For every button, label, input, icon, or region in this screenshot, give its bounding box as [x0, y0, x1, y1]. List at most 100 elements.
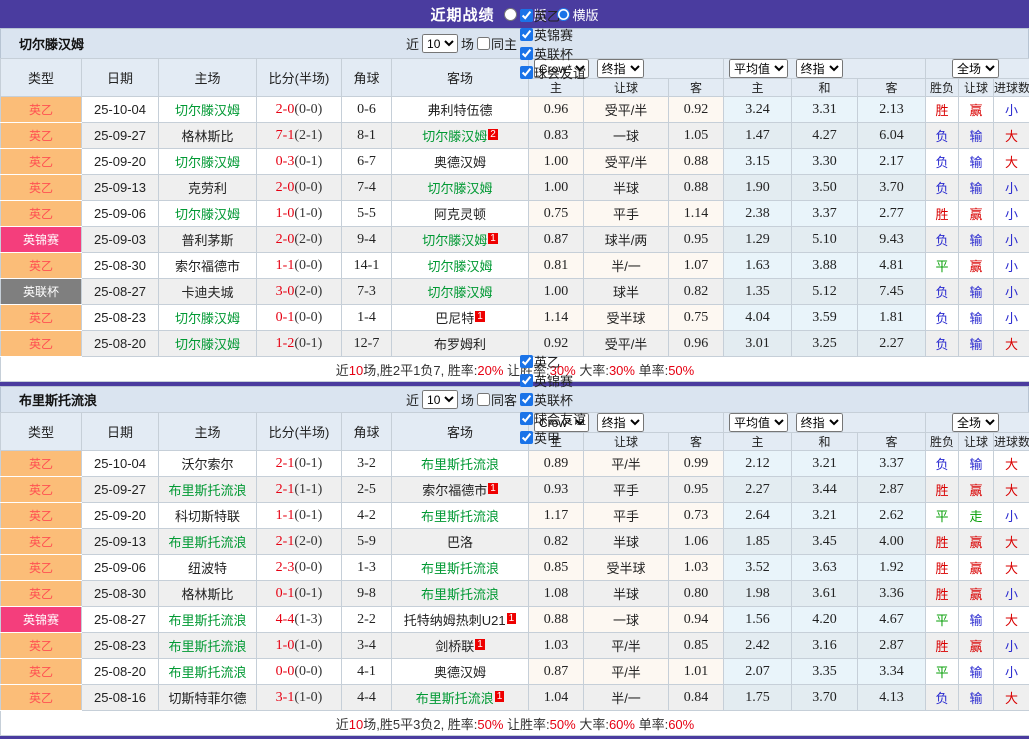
team-name[interactable]: 布里斯托流浪 — [168, 639, 246, 654]
team-name[interactable]: 切尔滕汉姆 — [427, 181, 492, 196]
team-name[interactable]: 阿克灵顿 — [434, 207, 486, 222]
league-filter-英锦赛[interactable]: 英锦赛 — [520, 371, 586, 390]
avg-time-select[interactable]: 终指 — [796, 59, 843, 78]
league-filter-球会友谊[interactable]: 球会友谊 — [520, 63, 586, 82]
league-filter-英乙[interactable]: 英乙 — [520, 6, 586, 25]
team-name[interactable]: 切尔滕汉姆 — [175, 103, 240, 118]
team-name[interactable]: 切尔滕汉姆 — [175, 207, 240, 222]
team-name[interactable]: 切尔滕汉姆 — [422, 233, 487, 248]
odds-time-select[interactable]: 终指 — [597, 413, 644, 432]
team-name[interactable]: 布里斯托流浪 — [168, 535, 246, 550]
team-name[interactable]: 卡迪夫城 — [181, 285, 233, 300]
league-checkbox-input[interactable] — [520, 431, 533, 444]
league-filter-英联杯[interactable]: 英联杯 — [520, 44, 586, 63]
team-name[interactable]: 布里斯托流浪 — [168, 613, 246, 628]
match-date: 25-09-13 — [82, 529, 159, 555]
same-venue-checkbox-input[interactable] — [477, 37, 490, 50]
team-name[interactable]: 布里斯托流浪 — [421, 509, 499, 524]
team-name[interactable]: 格林斯比 — [181, 587, 233, 602]
subcol-avg-home: 主 — [724, 79, 792, 97]
team-name[interactable]: 克劳利 — [188, 181, 227, 196]
league-filter-英联杯[interactable]: 英联杯 — [520, 390, 586, 409]
league-filter-英乙[interactable]: 英乙 — [520, 352, 586, 371]
score-cell: 1-0(1-0) — [257, 201, 342, 227]
league-filter-球会友谊[interactable]: 球会友谊 — [520, 409, 586, 428]
card-badge: 1 — [488, 233, 498, 244]
team-name[interactable]: 纽波特 — [188, 561, 227, 576]
same-venue-checkbox[interactable]: 同主 — [477, 34, 517, 53]
team-name[interactable]: 索尔福德市 — [175, 259, 240, 274]
match-row: 英乙25-09-06切尔滕汉姆1-0(1-0)5-5阿克灵顿0.75平手1.14… — [1, 201, 1029, 227]
league-checkbox-input[interactable] — [520, 9, 533, 22]
team-name[interactable]: 弗利特伍德 — [427, 103, 492, 118]
team-name[interactable]: 格林斯比 — [181, 129, 233, 144]
avg-source-select[interactable]: 平均值 — [729, 413, 788, 432]
summary-part: 50% — [550, 717, 576, 732]
avg-time-select[interactable]: 终指 — [796, 413, 843, 432]
corner-cell: 4-2 — [342, 503, 392, 529]
avg-draw-odds: 3.70 — [792, 685, 858, 711]
league-checkbox-input[interactable] — [520, 393, 533, 406]
team-name[interactable]: 托特纳姆热刺U21 — [404, 613, 506, 628]
team-name[interactable]: 奥德汉姆 — [434, 665, 486, 680]
team-name[interactable]: 布罗姆利 — [434, 337, 486, 352]
league-filter-英锦赛[interactable]: 英锦赛 — [520, 25, 586, 44]
near-count-select[interactable]: 10 — [422, 34, 458, 53]
match-row: 英锦赛25-08-27布里斯托流浪4-4(1-3)2-2托特纳姆热刺U2110.… — [1, 607, 1029, 633]
league-checkbox-input[interactable] — [520, 66, 533, 79]
league-checkbox-input[interactable] — [520, 374, 533, 387]
match-row: 英锦赛25-09-03普利茅斯2-0(2-0)9-4切尔滕汉姆10.87球半/两… — [1, 227, 1029, 253]
team-name[interactable]: 科切斯特联 — [175, 509, 240, 524]
team-name[interactable]: 切尔滕汉姆 — [422, 129, 487, 144]
same-venue-checkbox-input[interactable] — [477, 393, 490, 406]
team-name[interactable]: 索尔福德市 — [422, 483, 487, 498]
home-team-cell: 普利茅斯 — [159, 227, 257, 253]
league-checkbox-input[interactable] — [520, 412, 533, 425]
team-name[interactable]: 布里斯托流浪 — [416, 691, 494, 706]
scope-select[interactable]: 全场 — [952, 413, 999, 432]
team-name[interactable]: 布里斯托流浪 — [168, 483, 246, 498]
odds-time-select[interactable]: 终指 — [597, 59, 644, 78]
corner-cell: 4-4 — [342, 685, 392, 711]
near-count-select[interactable]: 10 — [422, 390, 458, 409]
team-name[interactable]: 切尔滕汉姆 — [427, 259, 492, 274]
away-odds: 1.14 — [669, 201, 724, 227]
team-name[interactable]: 沃尔索尔 — [181, 457, 233, 472]
fulltime-score: 2-1 — [276, 482, 295, 497]
home-odds: 0.89 — [529, 451, 584, 477]
goals-result: 小 — [994, 659, 1029, 685]
subcol-avg-home: 主 — [724, 433, 792, 451]
team-name[interactable]: 布里斯托流浪 — [421, 457, 499, 472]
team-name[interactable]: 切尔滕汉姆 — [175, 337, 240, 352]
team-name[interactable]: 布里斯托流浪 — [421, 561, 499, 576]
team-name[interactable]: 巴洛 — [447, 535, 473, 550]
avg-group-header: 平均值 终指 — [724, 413, 926, 433]
corner-cell: 3-4 — [342, 633, 392, 659]
scope-select[interactable]: 全场 — [952, 59, 999, 78]
team-name[interactable]: 剑桥联 — [435, 639, 474, 654]
team-name[interactable]: 布里斯托流浪 — [421, 587, 499, 602]
halftime-score: (0-1) — [294, 336, 322, 351]
league-checkbox-input[interactable] — [520, 47, 533, 60]
team-name[interactable]: 普利茅斯 — [181, 233, 233, 248]
match-row: 英乙25-08-16切斯特菲尔德3-1(1-0)4-4布里斯托流浪11.04半/… — [1, 685, 1029, 711]
team-name[interactable]: 切尔滕汉姆 — [175, 155, 240, 170]
team-name[interactable]: 切尔滕汉姆 — [427, 285, 492, 300]
team-name[interactable]: 切尔滕汉姆 — [175, 311, 240, 326]
league-type-cell: 英乙 — [1, 123, 82, 149]
league-filter-英甲[interactable]: 英甲 — [520, 428, 586, 447]
team-name[interactable]: 切斯特菲尔德 — [168, 691, 246, 706]
win-lose-result: 负 — [926, 331, 959, 357]
avg-away-odds: 1.81 — [858, 305, 926, 331]
team-name[interactable]: 巴尼特 — [435, 311, 474, 326]
fulltime-score: 3-0 — [276, 284, 295, 299]
team-name[interactable]: 布里斯托流浪 — [168, 665, 246, 680]
fulltime-score: 0-1 — [276, 310, 295, 325]
avg-source-select[interactable]: 平均值 — [729, 59, 788, 78]
team-name[interactable]: 奥德汉姆 — [434, 155, 486, 170]
league-checkbox-input[interactable] — [520, 28, 533, 41]
match-date: 25-09-27 — [82, 123, 159, 149]
avg-draw-odds: 3.44 — [792, 477, 858, 503]
league-checkbox-input[interactable] — [520, 355, 533, 368]
same-venue-checkbox[interactable]: 同客 — [477, 390, 517, 409]
